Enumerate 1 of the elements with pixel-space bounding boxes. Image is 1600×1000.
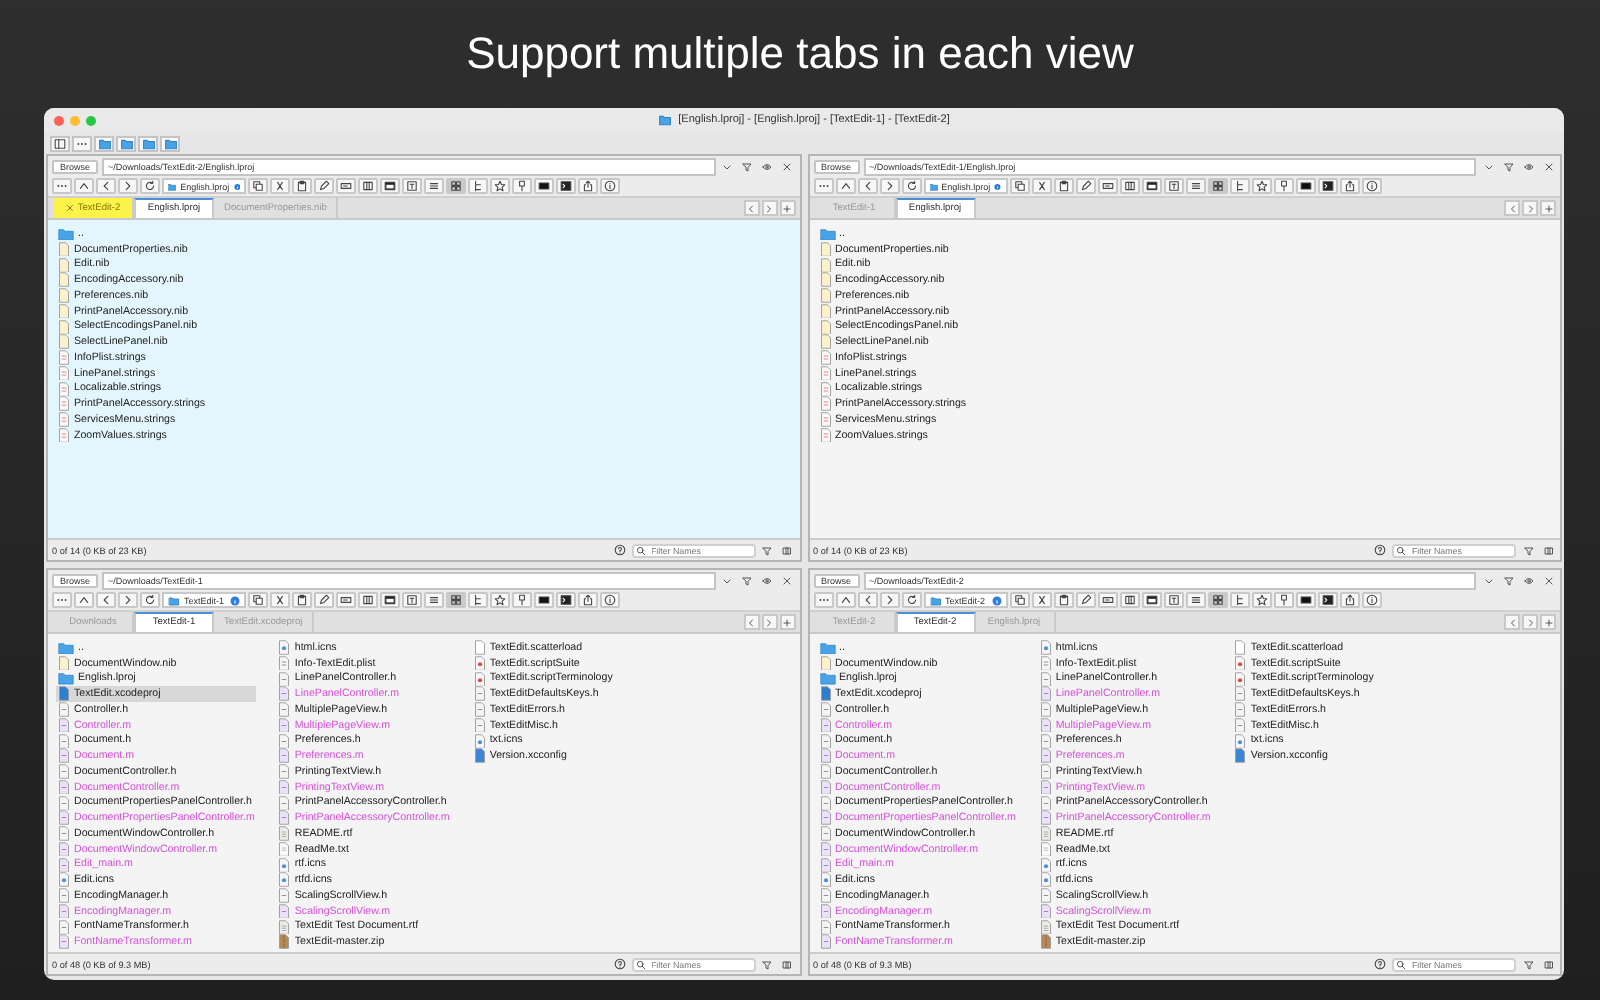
page-heading: Support multiple tabs in each view xyxy=(466,28,1134,80)
